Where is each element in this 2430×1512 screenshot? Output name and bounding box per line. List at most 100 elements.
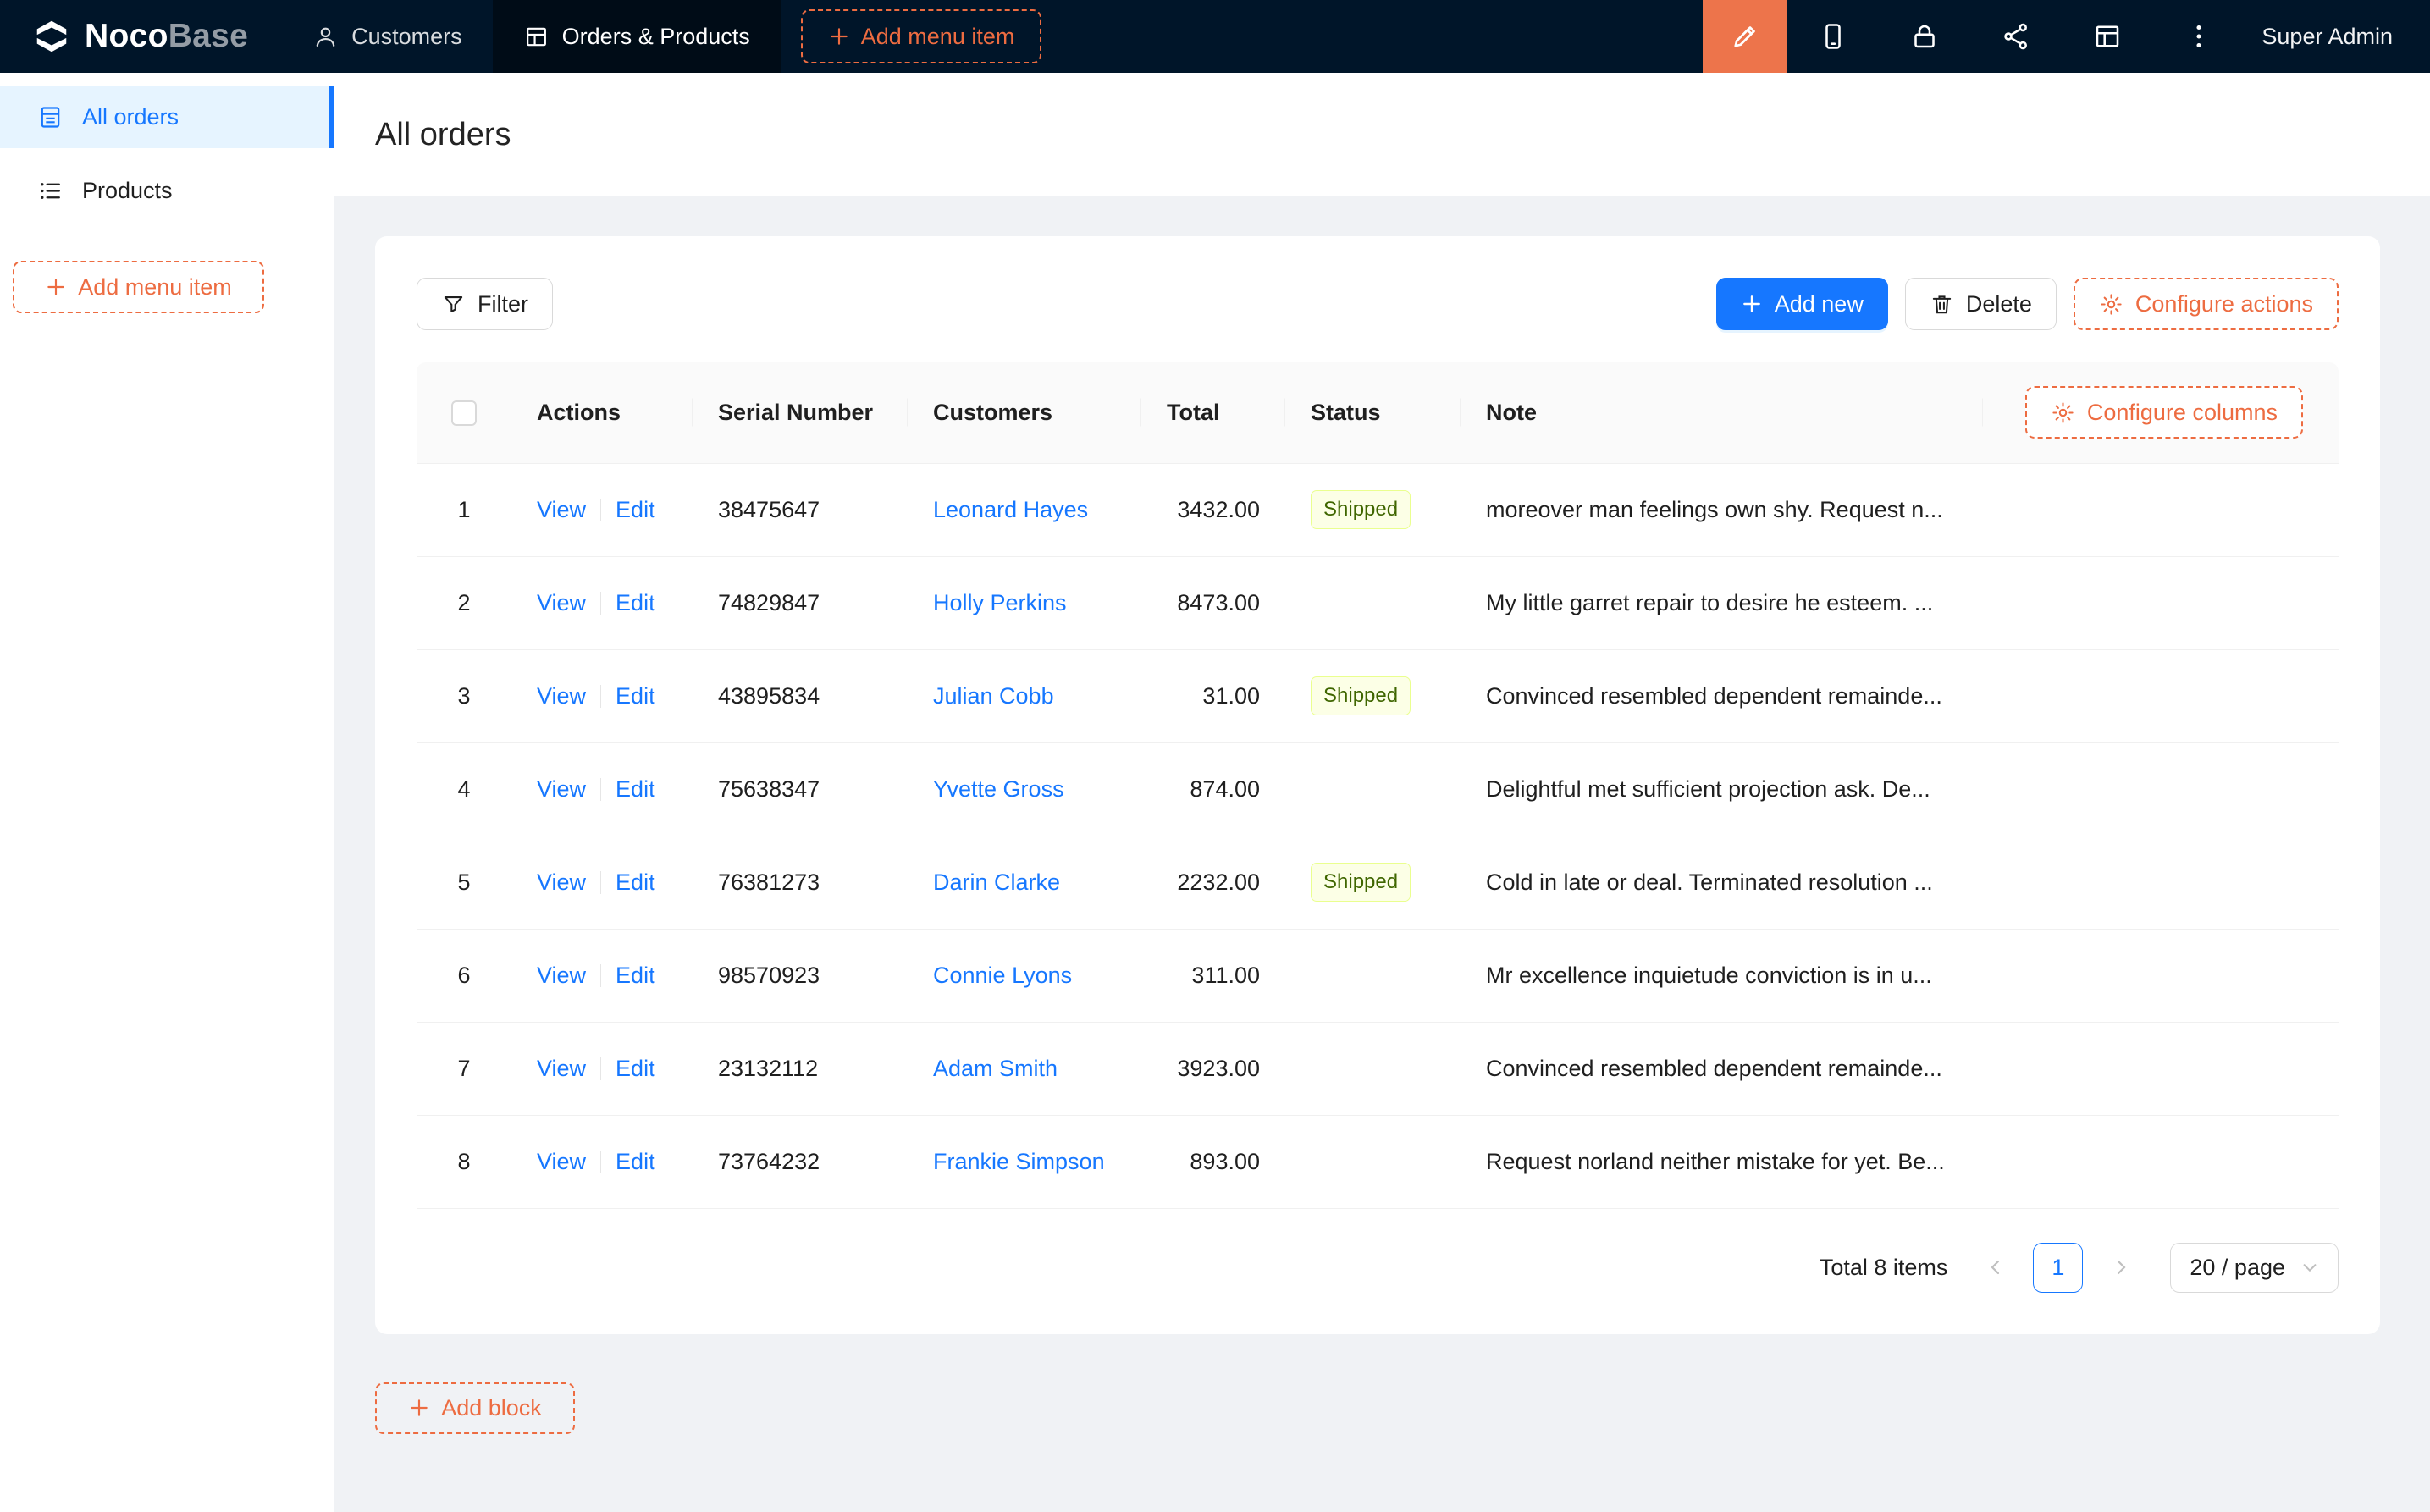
highlighter-icon	[1730, 21, 1760, 52]
table-row[interactable]: 8 View Edit 73764232 Frankie Simpson 89	[417, 1115, 2339, 1208]
customer-link[interactable]: Frankie Simpson	[933, 1149, 1105, 1174]
delete-button[interactable]: Delete	[1905, 278, 2057, 330]
customer-link[interactable]: Leonard Hayes	[933, 497, 1088, 522]
auth-lock-button[interactable]	[1879, 0, 1970, 73]
note-value: Convinced resembled dependent remainde..…	[1486, 683, 1942, 709]
note-value: moreover man feelings own shy. Request n…	[1486, 497, 1943, 523]
total-value: 8473.00	[1177, 590, 1260, 615]
user-icon	[312, 24, 339, 50]
link-divider	[600, 592, 601, 615]
column-header-note[interactable]: Note	[1461, 362, 1983, 463]
table-row[interactable]: 5 View Edit 76381273 Darin Clarke 2232.	[417, 836, 2339, 929]
more-icon	[2184, 21, 2214, 52]
edit-link[interactable]: Edit	[616, 683, 655, 709]
note-value: Cold in late or deal. Terminated resolut…	[1486, 869, 1933, 896]
orders-table-wrap: Actions Serial Number Customers Total St…	[417, 362, 2339, 1293]
view-link[interactable]: View	[537, 683, 586, 709]
filter-button[interactable]: Filter	[417, 278, 553, 330]
table-row[interactable]: 6 View Edit 98570923 Connie Lyons 311.0	[417, 929, 2339, 1022]
orders-table: Actions Serial Number Customers Total St…	[417, 362, 2339, 1209]
total-value: 31.00	[1202, 683, 1260, 709]
column-header-actions[interactable]: Actions	[511, 362, 693, 463]
nocobase-logo[interactable]: NocoBase	[0, 0, 282, 73]
view-link[interactable]: View	[537, 1056, 586, 1082]
view-link[interactable]: View	[537, 1149, 586, 1175]
row-index: 6	[457, 963, 470, 988]
sidebar-item-label: All orders	[82, 104, 179, 130]
sidebar: All orders Products Add menu item	[0, 73, 334, 1512]
configure-actions-button[interactable]: Configure actions	[2074, 278, 2339, 330]
ui-editor-button[interactable]	[1703, 0, 1787, 73]
customer-link[interactable]: Darin Clarke	[933, 869, 1060, 895]
edit-link[interactable]: Edit	[616, 963, 655, 989]
status-tag: Shipped	[1311, 490, 1411, 529]
content-area: Filter Add new Delete	[334, 196, 2430, 1512]
column-header-customers[interactable]: Customers	[908, 362, 1141, 463]
customer-link[interactable]: Yvette Gross	[933, 776, 1064, 802]
status-tag: Shipped	[1311, 676, 1411, 715]
customer-link[interactable]: Adam Smith	[933, 1056, 1058, 1081]
edit-link[interactable]: Edit	[616, 869, 655, 896]
link-divider	[600, 871, 601, 894]
table-row[interactable]: 4 View Edit 75638347 Yvette Gross 874.0	[417, 742, 2339, 836]
note-value: My little garret repair to desire he est…	[1486, 590, 1933, 616]
table-row[interactable]: 1 View Edit 38475647 Leonard Hayes 3432	[417, 463, 2339, 556]
table-row[interactable]: 7 View Edit 23132112 Adam Smith 3923.00	[417, 1022, 2339, 1115]
orders-icon	[37, 104, 64, 130]
add-block-button[interactable]: Add block	[375, 1382, 575, 1434]
serial-number-value: 43895834	[718, 683, 820, 709]
page-size-select[interactable]: 20 / page	[2170, 1243, 2339, 1293]
edit-link[interactable]: Edit	[616, 590, 655, 616]
view-link[interactable]: View	[537, 963, 586, 989]
more-menu-button[interactable]	[2153, 0, 2245, 73]
brand-text: NocoBase	[85, 18, 248, 55]
sidebar-add-menu-item-button[interactable]: Add menu item	[13, 261, 264, 313]
top-header: NocoBase Customers Orders & Products Add…	[0, 0, 2430, 73]
nav-tab-customers[interactable]: Customers	[282, 0, 493, 73]
configure-columns-button[interactable]: Configure columns	[2025, 386, 2303, 439]
customer-link[interactable]: Holly Perkins	[933, 590, 1067, 615]
main-area: All orders Filter Add new	[334, 73, 2430, 1512]
mobile-icon	[1818, 21, 1848, 52]
pagination: Total 8 items 1 20 / page	[417, 1243, 2339, 1293]
mobile-client-button[interactable]	[1787, 0, 1879, 73]
view-link[interactable]: View	[537, 497, 586, 523]
header-add-menu-item-button[interactable]: Add menu item	[801, 9, 1042, 63]
nav-tab-orders-products[interactable]: Orders & Products	[493, 0, 781, 73]
plus-icon	[408, 1397, 430, 1419]
sidebar-item-products[interactable]: Products	[0, 160, 334, 222]
table-toolbar: Filter Add new Delete	[417, 278, 2339, 330]
select-all-checkbox[interactable]	[451, 400, 477, 426]
column-header-status[interactable]: Status	[1285, 362, 1461, 463]
customer-link[interactable]: Julian Cobb	[933, 683, 1054, 709]
layout-icon	[2092, 21, 2123, 52]
plus-icon	[1741, 293, 1763, 315]
add-new-button[interactable]: Add new	[1716, 278, 1888, 330]
serial-number-value: 23132112	[718, 1056, 818, 1081]
total-value: 2232.00	[1177, 869, 1260, 895]
user-menu[interactable]: Super Admin	[2245, 24, 2430, 50]
edit-link[interactable]: Edit	[616, 1056, 655, 1082]
nocobase-logo-icon	[32, 17, 71, 56]
prev-page-button[interactable]	[1970, 1243, 2020, 1293]
total-value: 3432.00	[1177, 497, 1260, 522]
sidebar-item-all-orders[interactable]: All orders	[0, 86, 334, 148]
chevron-left-icon	[1985, 1257, 2006, 1277]
next-page-button[interactable]	[2096, 1243, 2146, 1293]
view-link[interactable]: View	[537, 590, 586, 616]
view-link[interactable]: View	[537, 776, 586, 803]
chevron-down-icon	[2300, 1258, 2319, 1277]
api-share-button[interactable]	[1970, 0, 2062, 73]
edit-link[interactable]: Edit	[616, 776, 655, 803]
view-link[interactable]: View	[537, 869, 586, 896]
table-row[interactable]: 2 View Edit 74829847 Holly Perkins 8473	[417, 556, 2339, 649]
page-number-button[interactable]: 1	[2033, 1243, 2083, 1293]
table-row[interactable]: 3 View Edit 43895834 Julian Cobb 31.00	[417, 649, 2339, 742]
column-header-total[interactable]: Total	[1141, 362, 1285, 463]
edit-link[interactable]: Edit	[616, 1149, 655, 1175]
column-header-serial-number[interactable]: Serial Number	[693, 362, 908, 463]
customer-link[interactable]: Connie Lyons	[933, 963, 1072, 988]
layout-button[interactable]	[2062, 0, 2153, 73]
page-title: All orders	[375, 117, 511, 153]
edit-link[interactable]: Edit	[616, 497, 655, 523]
